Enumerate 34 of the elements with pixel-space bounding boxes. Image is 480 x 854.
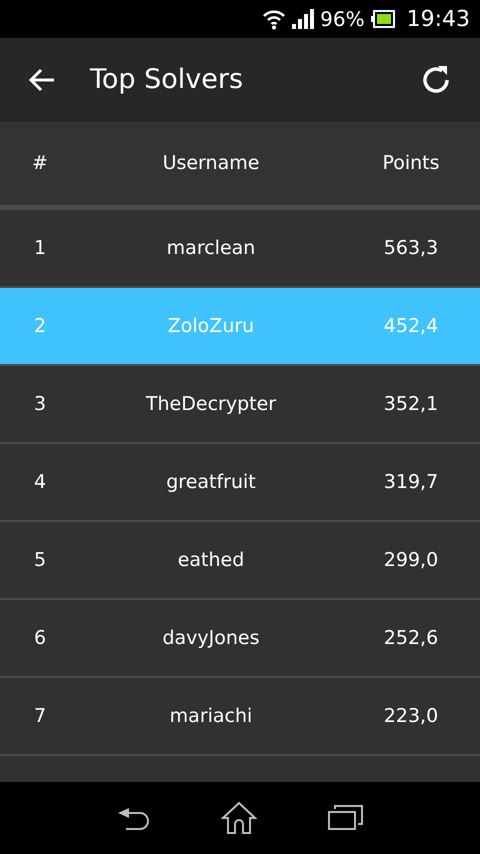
points-cell-text: 252,6 [382,626,440,651]
username-cell-text: marclean [166,236,256,261]
points-cell-text: 452,4 [382,314,440,339]
wifi-icon [262,8,286,30]
rank-cell-text: 7 [32,704,48,729]
column-header: Points [381,151,441,176]
toolbar-title: Top Solvers [90,62,244,97]
username-cell-text: davyJones [161,626,261,651]
recent-apps-icon[interactable] [328,805,364,831]
username-cell-text: eathed [176,548,246,573]
points-cell-text: 563,3 [382,236,440,261]
username-cell-text: greatfruit [165,470,257,495]
points-cell-text: 299,0 [382,548,440,573]
back-icon[interactable] [116,805,150,831]
column-header: Username [162,151,260,176]
home-icon[interactable] [220,801,257,835]
rank-cell-text: 5 [32,548,48,573]
rank-cell-text: 6 [32,626,48,651]
back-arrow-icon[interactable] [28,68,56,92]
username-cell-text: ZoloZuru [166,314,256,339]
username-cell-text: mariachi [168,704,254,729]
rank-cell-text: 4 [32,470,48,495]
points-cell-text: 352,1 [382,392,440,417]
rank-cell-text: 3 [32,392,48,417]
rank-cell-text: 1 [32,236,48,261]
battery-percentage: 96% [320,6,365,33]
points-cell-text: 223,0 [382,704,440,729]
signal-icon [292,9,314,29]
column-header: # [31,151,49,176]
battery-icon [370,10,395,28]
points-cell-text: 319,7 [382,470,440,495]
rank-cell-text: 2 [32,314,48,339]
username-cell-text: TheDecrypter [144,392,278,417]
clock: 19:43 [406,6,470,34]
